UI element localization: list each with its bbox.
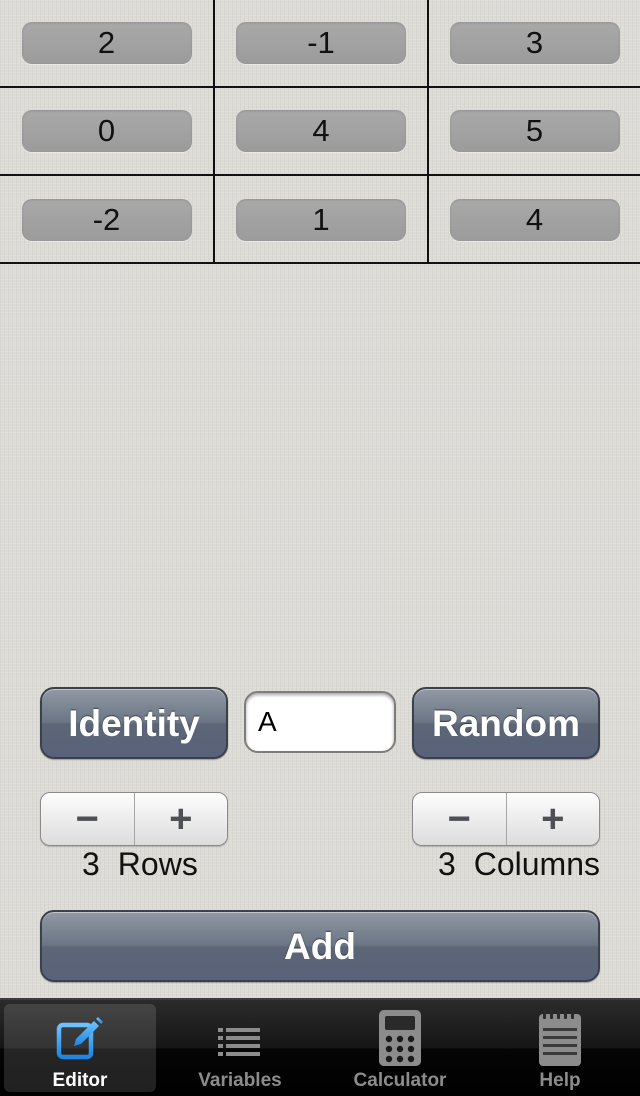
matrix-entry-r1c3[interactable]: 3: [449, 22, 620, 64]
rows-increment-button[interactable]: +: [135, 793, 228, 845]
matrix-entry-r2c3[interactable]: 5: [449, 110, 620, 152]
tab-editor[interactable]: Editor: [0, 1000, 160, 1096]
random-button[interactable]: Random: [412, 687, 600, 759]
notepad-icon: [539, 1010, 581, 1066]
rows-stepper: − +: [40, 792, 228, 846]
tab-calculator[interactable]: Calculator: [320, 1000, 480, 1096]
matrix-entry-r3c2[interactable]: 1: [236, 199, 406, 241]
edit-icon: [56, 1017, 103, 1060]
matrix-cell: 5: [429, 88, 640, 176]
tab-variables-label: Variables: [198, 1070, 282, 1091]
tab-help[interactable]: Help: [480, 1000, 640, 1096]
columns-decrement-button[interactable]: −: [413, 793, 507, 845]
matrix-cell: -2: [0, 176, 215, 264]
list-icon: [218, 1028, 260, 1056]
tab-help-label: Help: [539, 1070, 581, 1091]
rows-count-value: 3: [82, 846, 100, 882]
matrix-entry-r3c1[interactable]: -2: [21, 199, 192, 241]
rows-label-text: Rows: [117, 846, 198, 882]
matrix-entry-r1c2[interactable]: -1: [236, 22, 406, 64]
matrix-cell: 3: [429, 0, 640, 88]
matrix-grid: 2 -1 3 0 4 5 -2 1 4: [0, 0, 640, 264]
matrix-entry-r2c1[interactable]: 0: [21, 110, 192, 152]
matrix-cell: -1: [215, 0, 429, 88]
matrix-entry-r1c1[interactable]: 2: [21, 22, 192, 64]
tab-calculator-label: Calculator: [353, 1070, 447, 1091]
matrix-cell: 1: [215, 176, 429, 264]
tab-bar: Editor Variables Calculator Help: [0, 998, 640, 1096]
matrix-cell: 4: [215, 88, 429, 176]
matrix-cell: 4: [429, 176, 640, 264]
tab-editor-label: Editor: [52, 1070, 108, 1091]
columns-stepper: − +: [412, 792, 600, 846]
matrix-entry-r3c3[interactable]: 4: [449, 199, 620, 241]
matrix-cell: 2: [0, 0, 215, 88]
identity-button[interactable]: Identity: [40, 687, 228, 759]
matrix-entry-r2c2[interactable]: 4: [236, 110, 406, 152]
columns-increment-button[interactable]: +: [507, 793, 600, 845]
rows-count-label: 3 Rows: [82, 846, 198, 883]
add-button[interactable]: Add: [40, 910, 600, 982]
matrix-cell: 0: [0, 88, 215, 176]
calculator-icon: [379, 1010, 421, 1066]
columns-count-value: 3: [437, 846, 456, 882]
matrix-name-input[interactable]: A: [244, 691, 396, 753]
columns-label-text: Columns: [473, 846, 600, 882]
columns-count-label: 3 Columns: [438, 846, 600, 883]
tab-variables[interactable]: Variables: [160, 1000, 320, 1096]
rows-decrement-button[interactable]: −: [41, 793, 135, 845]
